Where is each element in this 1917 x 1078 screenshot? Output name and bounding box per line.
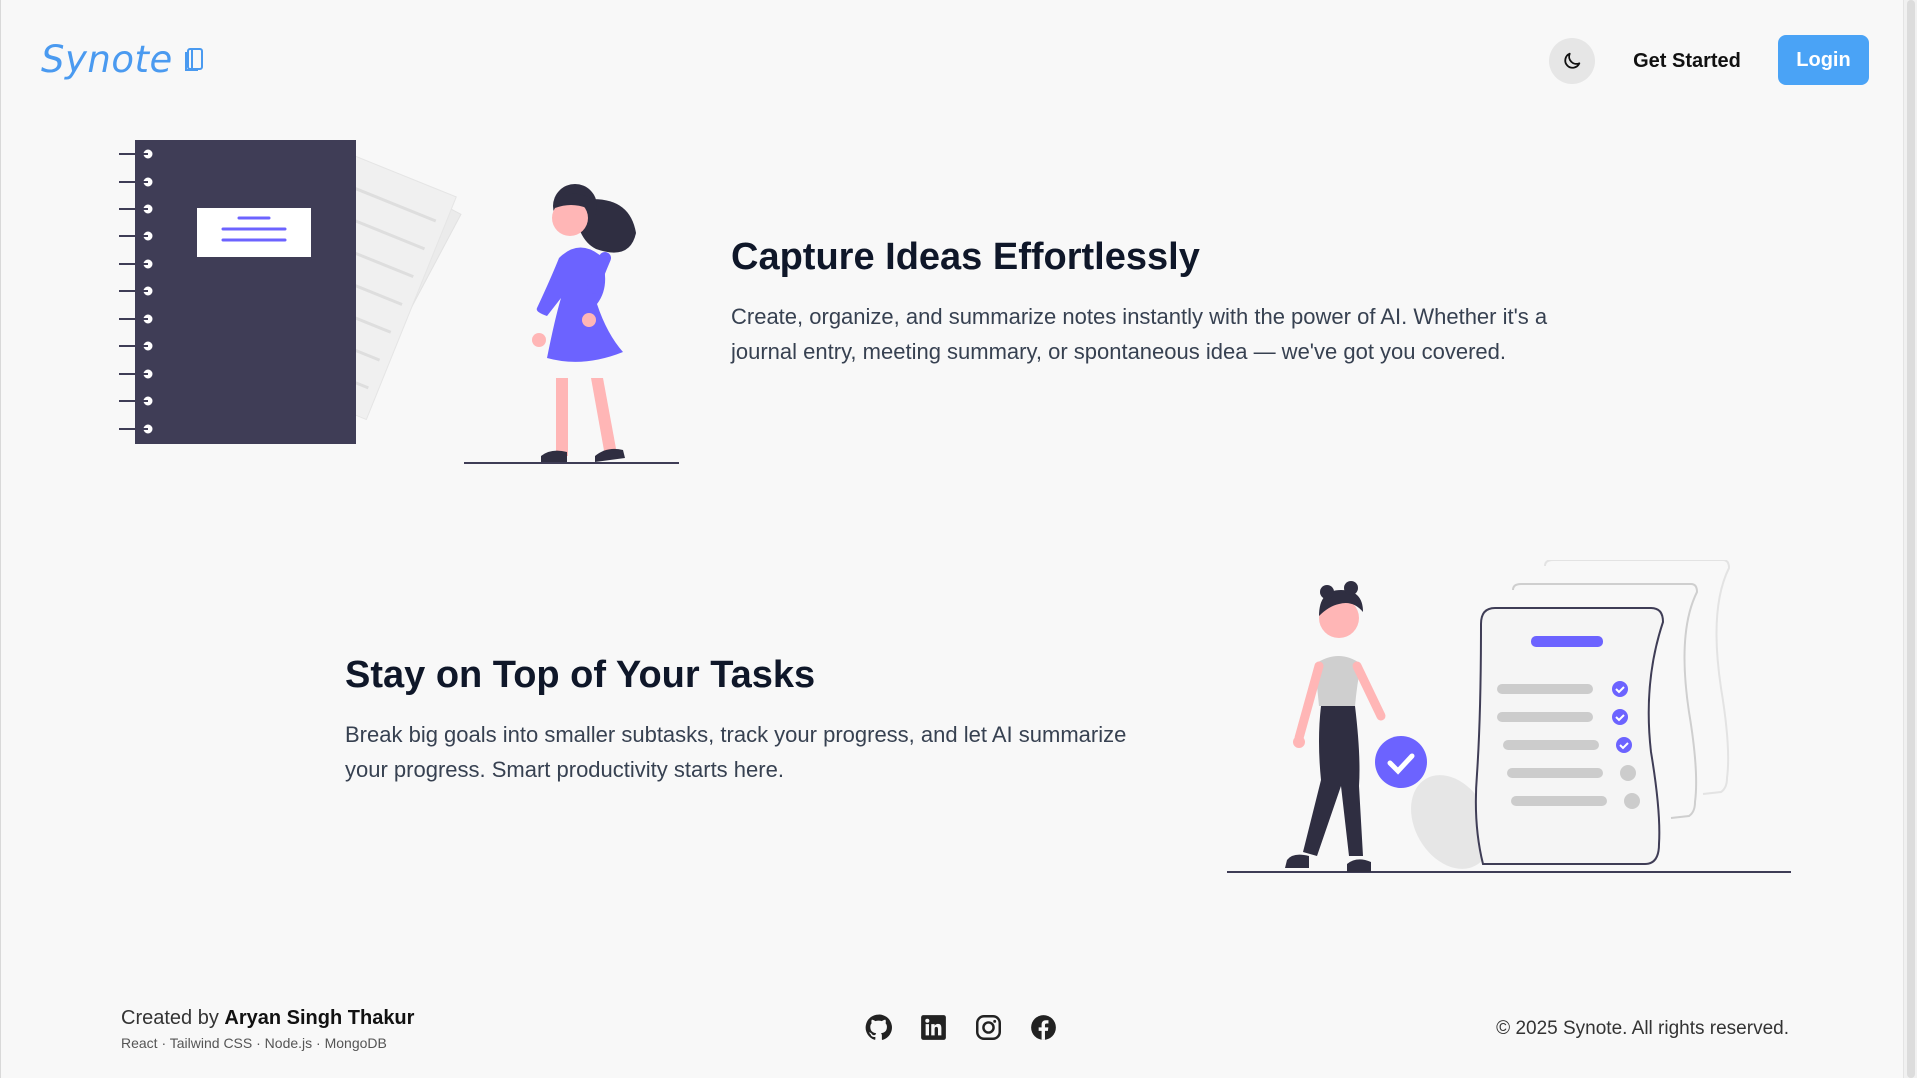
- github-icon[interactable]: [865, 1014, 892, 1041]
- social-links: [865, 1014, 1057, 1041]
- linkedin-icon[interactable]: [920, 1014, 947, 1041]
- footer-credit: Created by Aryan Singh Thakur: [121, 1007, 414, 1030]
- facebook-icon[interactable]: [1030, 1014, 1057, 1041]
- section-1-title: Capture Ideas Effortlessly: [731, 236, 1200, 278]
- copyright: © 2025 Synote. All rights reserved.: [1496, 1018, 1789, 1039]
- moon-icon: [1564, 52, 1581, 69]
- tech-stack: React · Tailwind CSS · Node.js · MongoDB: [121, 1035, 387, 1051]
- book-icon: [184, 47, 203, 71]
- author-name: Aryan Singh Thakur: [224, 1007, 415, 1029]
- login-button[interactable]: Login: [1778, 35, 1869, 85]
- checklist-illustration: [1227, 560, 1791, 873]
- notebook-illustration: [119, 140, 679, 464]
- section-2-text: Break big goals into smaller subtasks, t…: [345, 722, 1127, 782]
- instagram-icon[interactable]: [975, 1014, 1002, 1041]
- scrollbar[interactable]: [1903, 0, 1917, 1078]
- theme-toggle-button[interactable]: [1549, 38, 1595, 84]
- scrollbar-thumb[interactable]: [1907, 0, 1915, 1078]
- logo-text: Synote: [41, 38, 173, 81]
- section-1-text: Create, organize, and summarize notes in…: [731, 304, 1548, 364]
- get-started-button[interactable]: Get Started: [1621, 35, 1753, 87]
- logo[interactable]: Synote: [41, 38, 207, 81]
- credit-prefix: Created by: [121, 1007, 219, 1029]
- section-2-title: Stay on Top of Your Tasks: [345, 654, 816, 696]
